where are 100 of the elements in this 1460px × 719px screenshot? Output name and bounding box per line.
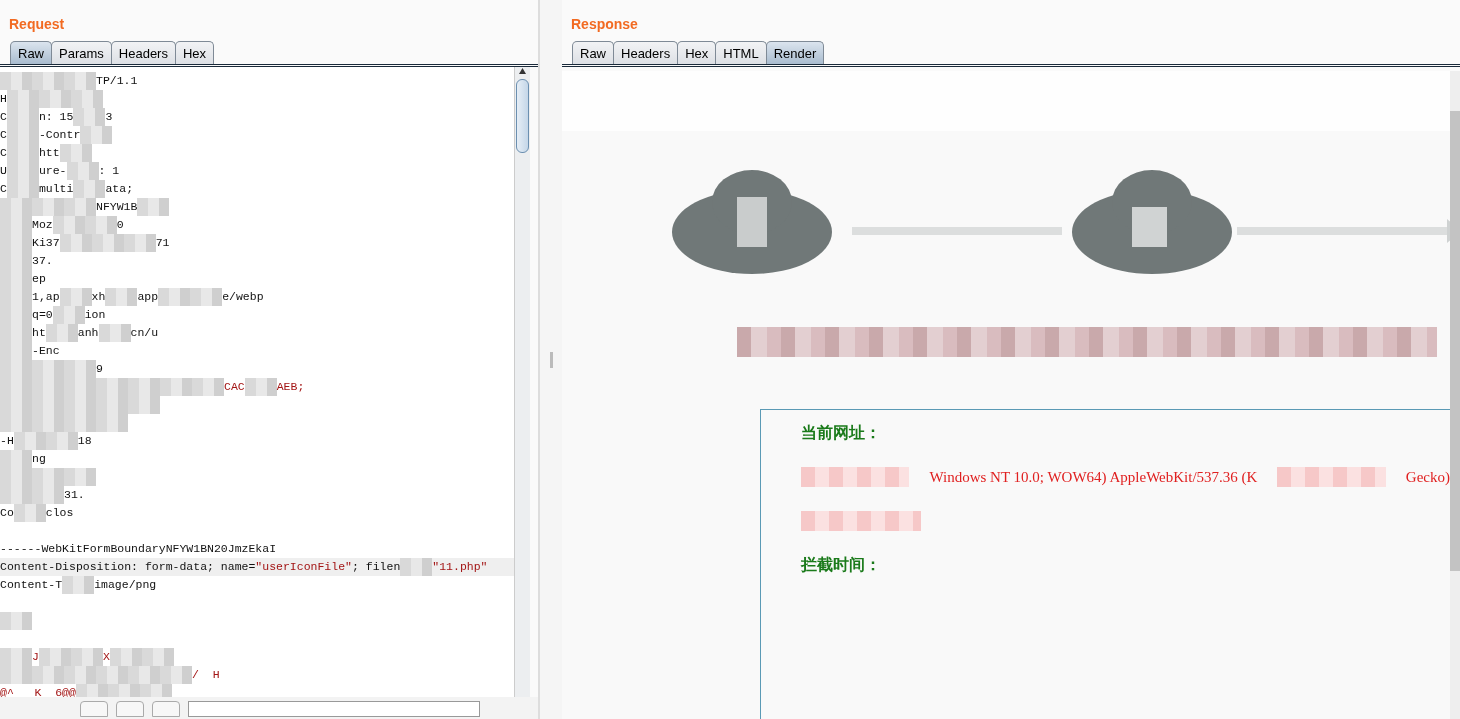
field-label: 拦截时间： [801, 554, 881, 576]
redaction-block [73, 180, 106, 198]
redaction-block [0, 612, 32, 630]
code-text: 31. [64, 487, 85, 503]
redaction-block [0, 72, 32, 90]
code-text: C [0, 109, 7, 125]
redaction-block [59, 234, 92, 252]
tab[interactable]: Headers [613, 41, 679, 64]
redaction-block [32, 414, 64, 432]
scrollbar[interactable] [1450, 71, 1460, 719]
redaction-block [400, 558, 433, 576]
up-arrow-icon[interactable] [518, 67, 527, 75]
redaction-block [59, 144, 92, 162]
redaction-block [160, 666, 192, 684]
tab[interactable]: Raw [572, 41, 614, 64]
code-text: ------WebKitFormBoundaryNFYW1BN20JmzEkaI [0, 541, 277, 557]
redaction-block [160, 378, 192, 396]
code-text: CAC [224, 379, 245, 395]
redaction-block [66, 162, 99, 180]
code-text: anh [77, 325, 99, 341]
code-text: "11.php" [432, 559, 488, 575]
redaction-block [139, 684, 172, 697]
code-text: ep [32, 271, 46, 287]
tab[interactable]: Render [765, 41, 825, 64]
code-text: -H [0, 433, 14, 449]
redaction-block [64, 468, 96, 486]
redaction-block [52, 216, 85, 234]
code-text: / H [192, 667, 220, 683]
code-text: C [0, 145, 7, 161]
code-text: 0 [116, 217, 124, 233]
redaction-block [190, 288, 223, 306]
nav-button[interactable] [116, 701, 144, 717]
redaction-block [96, 378, 128, 396]
code-text: : 1 [98, 163, 120, 179]
code-text: 18 [77, 433, 92, 449]
code-text: C [0, 181, 7, 197]
code-text: Ki [32, 235, 46, 251]
tab[interactable]: Params [51, 41, 112, 64]
redaction-block [123, 234, 156, 252]
code-text: ht [32, 325, 46, 341]
redaction-block [52, 306, 85, 324]
tab[interactable]: Headers [110, 41, 176, 64]
tab[interactable]: Raw [10, 41, 52, 64]
redaction-block [192, 378, 224, 396]
field-value: Windows NT 10.0; WOW64) AppleWebKit/537.36 (K [929, 468, 1258, 486]
redaction-block [84, 216, 117, 234]
scrollbar-thumb[interactable] [516, 79, 529, 153]
redaction-block [73, 108, 106, 126]
code-text: ion [84, 307, 106, 323]
redaction-block [109, 648, 142, 666]
code-text: multi [38, 181, 74, 197]
redaction-block [6, 90, 39, 108]
redaction-block [75, 684, 108, 697]
code-text: 37. [32, 253, 53, 269]
tab[interactable]: Hex [174, 41, 215, 64]
code-text: 3 [105, 109, 113, 125]
code-text: ng [32, 451, 46, 467]
redaction-block [70, 90, 103, 108]
redaction-block [0, 450, 32, 468]
tab[interactable]: Hex [677, 41, 717, 64]
redaction-block [91, 234, 124, 252]
response-title: Response [570, 15, 639, 34]
code-text: AEB; [276, 379, 305, 395]
scrollbar[interactable] [514, 67, 530, 697]
redaction-block [64, 72, 96, 90]
code-text: Co [0, 505, 14, 521]
redaction-block [32, 72, 64, 90]
splitter[interactable] [538, 0, 562, 719]
scrollbar-thumb[interactable] [1450, 111, 1460, 571]
redaction-block [32, 486, 64, 504]
redaction-block [107, 684, 140, 697]
redaction-block [244, 378, 277, 396]
redaction-block [98, 324, 131, 342]
nav-button[interactable] [80, 701, 108, 717]
code-text: X [102, 649, 110, 665]
redaction-block [141, 648, 174, 666]
nav-button[interactable] [152, 701, 180, 717]
redaction-block [128, 666, 160, 684]
redaction-block [64, 198, 96, 216]
field-value: Gecko) [1405, 468, 1450, 486]
grip-icon[interactable] [549, 351, 553, 368]
redaction-block [13, 504, 46, 522]
redaction-block [0, 648, 32, 666]
code-text: Content-Disposition: form-data; name= [0, 559, 256, 575]
redaction-block [64, 360, 96, 378]
code-text: 9 [96, 361, 103, 377]
code-text: n: 15 [38, 109, 74, 125]
redaction-block [96, 414, 128, 432]
redaction-block [32, 198, 64, 216]
redaction-block [45, 324, 78, 342]
search-field[interactable] [188, 701, 480, 717]
tab[interactable]: HTML [715, 41, 767, 64]
code-text: htt [38, 145, 60, 161]
redaction-block [0, 666, 32, 684]
code-text: TP/1.1 [96, 73, 138, 89]
redaction-block [128, 378, 160, 396]
redaction-block [32, 360, 64, 378]
redaction-block [0, 486, 32, 504]
redaction-block [59, 288, 92, 306]
redaction-block [80, 126, 113, 144]
